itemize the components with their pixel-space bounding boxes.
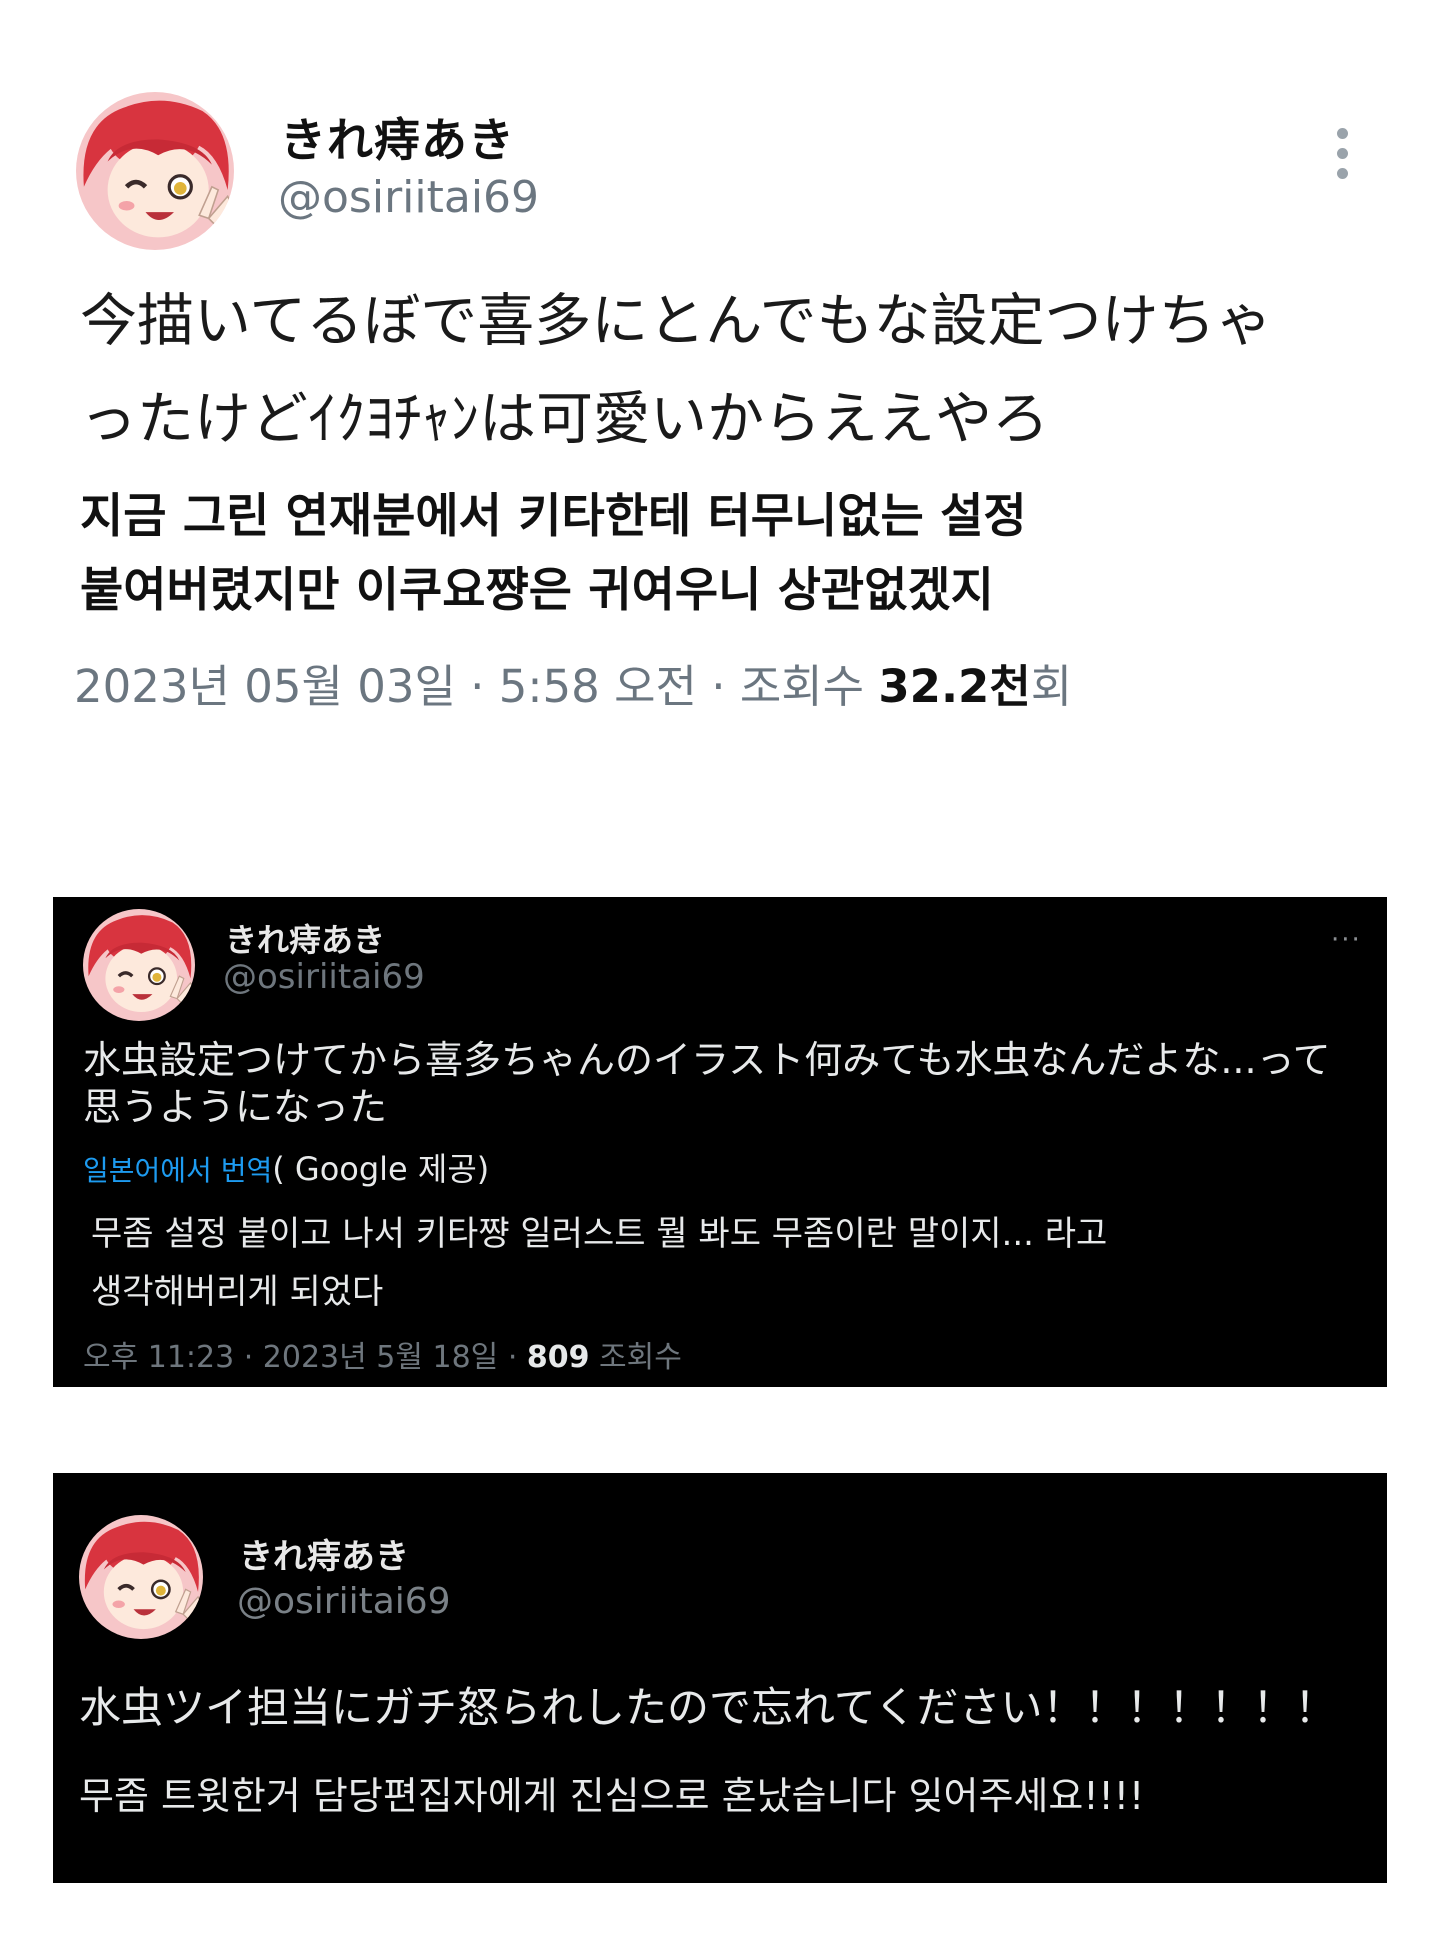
tweet-text: 今描いてるぼで喜多にとんでもな設定つけちゃ ったけどｲｸﾖﾁｬﾝは可愛いからええ…	[80, 272, 1370, 468]
translate-link[interactable]: 일본어에서 번역	[83, 1154, 272, 1187]
tweet-meta: 오후 11:23 · 2023년 5월 18일 · 809 조회수	[83, 1332, 682, 1376]
tweet-text: 水虫設定つけてから喜多ちゃんのイラスト何みても水虫なんだよな...って 思うよう…	[83, 1037, 1373, 1131]
tweet-meta: 2023년 05월 03일 · 5:58 오전 · 조회수 32.2천회	[74, 650, 1072, 715]
translate-row: 일본어에서 번역( Google 제공)	[83, 1144, 489, 1190]
display-name[interactable]: きれ痔あき	[225, 915, 385, 961]
tweet-text-line: 今描いてるぼで喜多にとんでもな設定つけちゃ	[80, 288, 1273, 354]
user-handle[interactable]: @osiriitai69	[278, 172, 539, 223]
timestamp[interactable]: 2023년 05월 03일 · 5:58 오전 · 조회수	[74, 660, 878, 713]
anime-girl-avatar-image	[79, 1515, 203, 1639]
translation-text: 무좀 설정 붙이고 나서 키타쨩 일러스트 뭘 봐도 무좀이란 말이지... 라…	[91, 1205, 1351, 1321]
translation-text: 지금 그린 연재분에서 키타한테 터무니없는 설정 붙여버렸지만 이쿠요쨩은 귀…	[80, 480, 1340, 628]
translation-line: 붙여버렸지만 이쿠요쨩은 귀여우니 상관없겠지	[80, 563, 994, 618]
translation-line: 생각해버리게 되었다	[91, 1272, 384, 1312]
more-horizontal-icon[interactable]: ···	[1331, 925, 1362, 955]
view-suffix: 조회수	[589, 1340, 682, 1375]
translation-line: 지금 그린 연재분에서 키타한테 터무니없는 설정	[80, 489, 1027, 544]
avatar[interactable]	[79, 1515, 203, 1639]
translation-line: 무좀 설정 붙이고 나서 키타쨩 일러스트 뭘 봐도 무좀이란 말이지... 라…	[91, 1214, 1108, 1254]
tweet-text-line: ったけどｲｸﾖﾁｬﾝは可愛いからええやろ	[80, 386, 1049, 452]
tweet-card-dark: きれ痔あき @osiriitai69 水虫ツイ担当にガチ怒られしたので忘れてくだ…	[53, 1473, 1387, 1883]
translate-provider: ( Google 제공)	[272, 1150, 490, 1188]
user-handle[interactable]: @osiriitai69	[223, 957, 425, 997]
tweet-text-line: 思うようになった	[83, 1085, 388, 1129]
timestamp[interactable]: 오후 11:23 · 2023년 5월 18일 ·	[83, 1340, 527, 1375]
avatar[interactable]	[76, 92, 234, 250]
display-name[interactable]: きれ痔あき	[239, 1529, 409, 1578]
tweet-card-dark: きれ痔あき @osiriitai69 ··· 水虫設定つけてから喜多ちゃんのイラ…	[53, 897, 1387, 1387]
display-name[interactable]: きれ痔あき	[280, 104, 515, 170]
avatar[interactable]	[83, 909, 195, 1021]
view-count: 809	[526, 1340, 590, 1375]
view-count: 32.2천	[878, 660, 1031, 713]
view-suffix: 회	[1030, 660, 1073, 713]
user-handle[interactable]: @osiriitai69	[237, 1581, 451, 1622]
anime-girl-avatar-image	[83, 909, 195, 1021]
translation-text: 무좀 트윗한거 담당편집자에게 진심으로 혼났습니다 잊어주세요!!!!	[79, 1774, 1145, 1818]
more-vertical-icon[interactable]	[1330, 128, 1354, 184]
tweet-text-line: 水虫設定つけてから喜多ちゃんのイラスト何みても水虫なんだよな...って	[83, 1038, 1331, 1082]
anime-girl-avatar-image	[76, 92, 234, 250]
tweet-text: 水虫ツイ担当にガチ怒られしたので忘れてください！！！！！！！	[79, 1683, 1337, 1732]
